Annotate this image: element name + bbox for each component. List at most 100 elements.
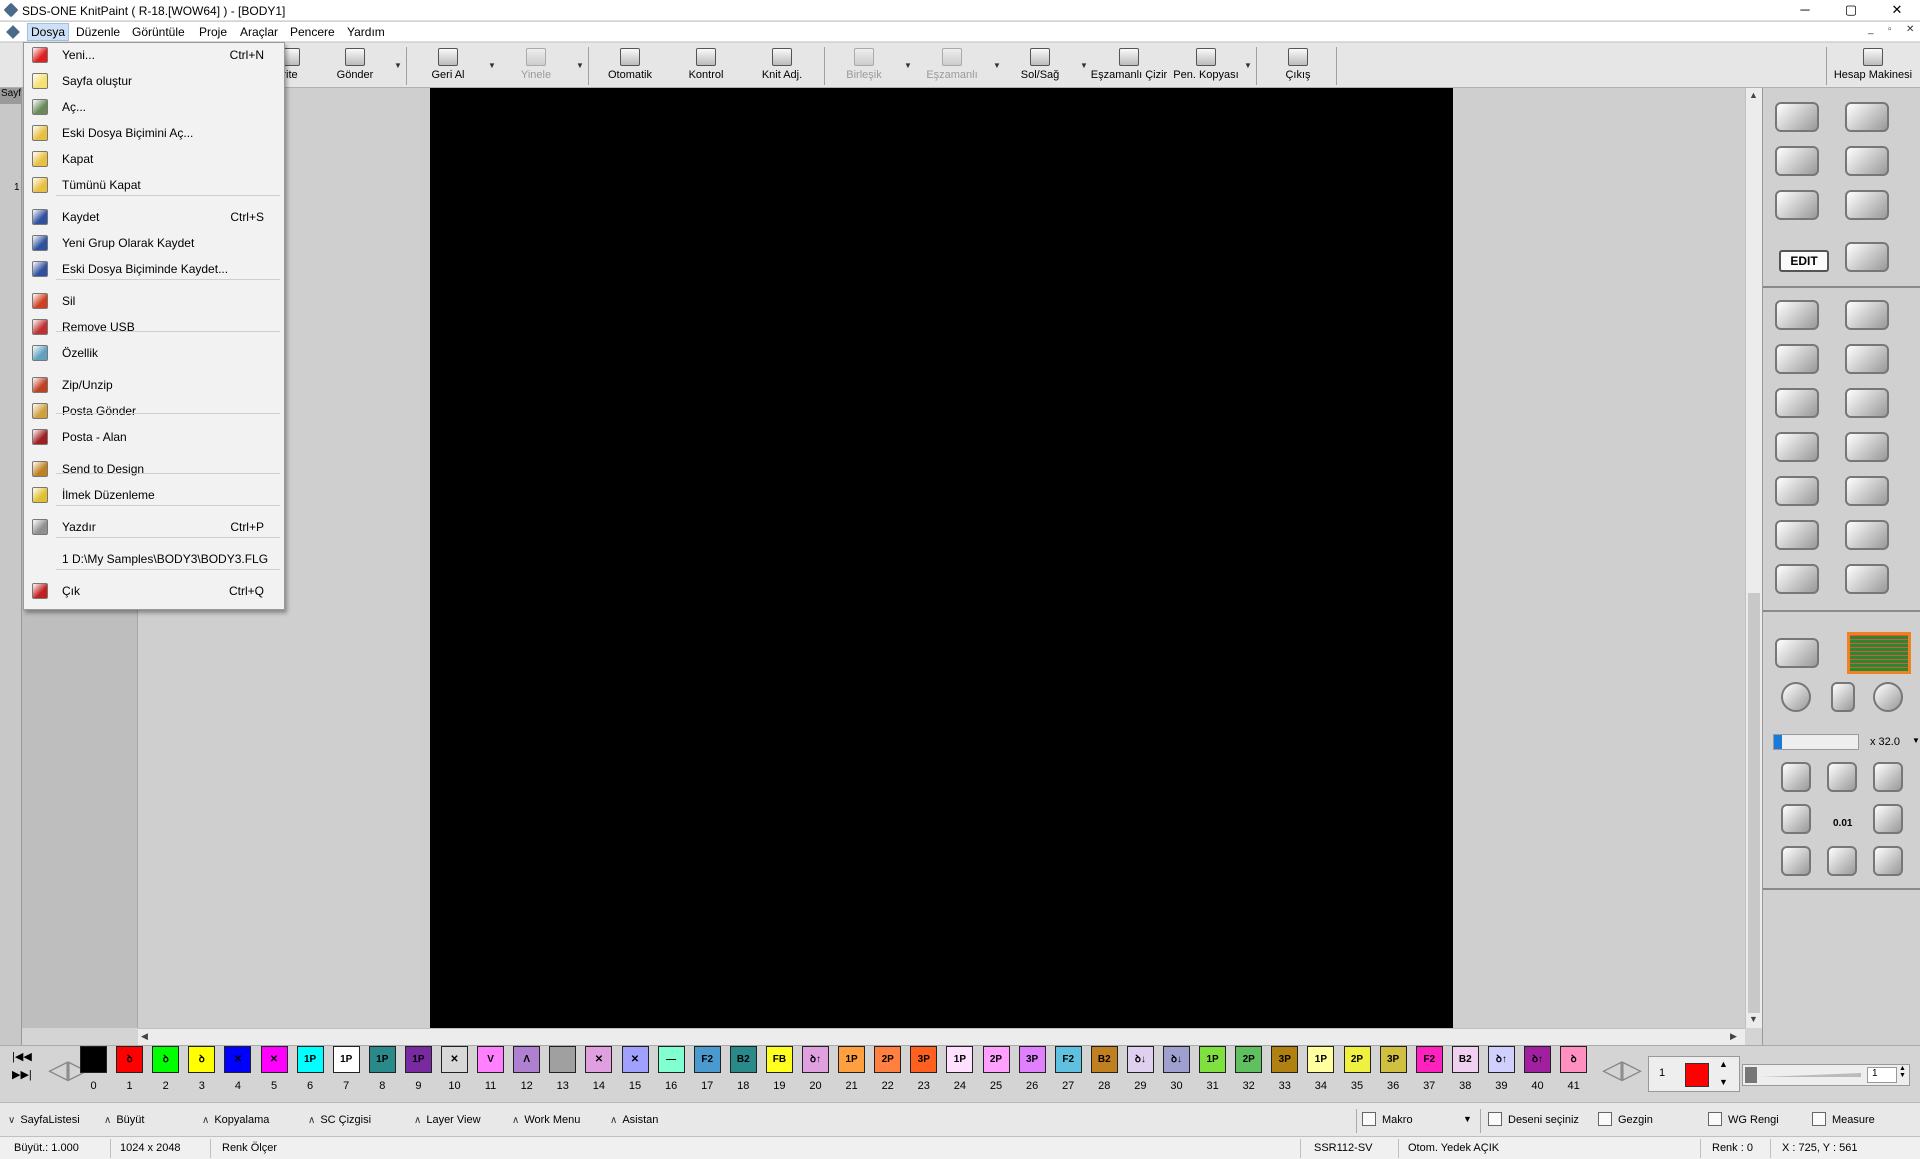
file-menu-item-4[interactable]: Kapat bbox=[25, 148, 284, 170]
palette-chip-37[interactable]: F2 bbox=[1415, 1046, 1443, 1073]
palette-chip-36[interactable]: 3P bbox=[1379, 1046, 1407, 1073]
palette-chip-28[interactable]: B2 bbox=[1090, 1046, 1118, 1073]
simultaneous-draw-button[interactable]: Eşzamanlı Çizir bbox=[1090, 45, 1168, 86]
menu-yardim[interactable]: Yardım bbox=[347, 25, 385, 39]
number-tool[interactable] bbox=[1837, 98, 1897, 136]
file-menu-item-17[interactable]: Yazdır Ctrl+P bbox=[25, 516, 284, 538]
transfer-tool[interactable] bbox=[1837, 186, 1897, 224]
easy-tool[interactable] bbox=[1837, 142, 1897, 180]
palette-chip-5[interactable]: ✕ bbox=[260, 1046, 288, 1073]
step-slider[interactable]: 1 ▲ ▼ bbox=[1742, 1064, 1910, 1086]
palette-chip-27[interactable]: F2 bbox=[1054, 1046, 1082, 1073]
menu-duzenle[interactable]: Düzenle bbox=[76, 25, 120, 39]
palette-chip-14[interactable]: ✕ bbox=[585, 1046, 613, 1073]
maximize-button[interactable]: ▢ bbox=[1828, 0, 1874, 21]
navigator-button[interactable]: Gezgin bbox=[1598, 1111, 1653, 1126]
fill-tool[interactable] bbox=[1837, 428, 1897, 466]
eraser-tool[interactable] bbox=[1837, 560, 1897, 598]
step-slider-handle[interactable] bbox=[1745, 1067, 1757, 1083]
palette-chip-0[interactable] bbox=[80, 1046, 107, 1073]
palette-chip-24[interactable]: 1P bbox=[946, 1046, 974, 1073]
file-menu-item-2[interactable]: Aç... bbox=[25, 96, 284, 118]
palette-chip-32[interactable]: 2P bbox=[1235, 1046, 1263, 1073]
file-menu-item-12[interactable]: Zip/Unzip bbox=[25, 374, 284, 396]
file-menu-item-8[interactable]: Eski Dosya Biçiminde Kaydet... bbox=[25, 258, 284, 280]
menu-goruntule[interactable]: Görüntüle bbox=[132, 25, 185, 39]
resize-tool[interactable] bbox=[1837, 340, 1897, 378]
frame-tool[interactable] bbox=[1767, 560, 1827, 598]
erase-x-tool[interactable] bbox=[1837, 238, 1897, 276]
pen-tool[interactable] bbox=[1767, 98, 1827, 136]
exit-button[interactable]: Çıkış bbox=[1270, 45, 1326, 86]
zoom-in-button[interactable] bbox=[1859, 678, 1919, 716]
step-slider-value[interactable]: 1 bbox=[1867, 1067, 1897, 1083]
palette-chip-23[interactable]: 3P bbox=[910, 1046, 938, 1073]
node-tool[interactable] bbox=[1767, 472, 1827, 510]
pak-tool[interactable] bbox=[1767, 186, 1827, 224]
knit-adj-button[interactable]: Knit Adj. bbox=[750, 45, 814, 86]
line-text-tool[interactable] bbox=[1767, 296, 1827, 334]
palette-chip-10[interactable]: ✕ bbox=[441, 1046, 468, 1073]
undo-button[interactable]: Geri Al bbox=[420, 45, 476, 86]
macro-dropdown-icon[interactable]: ▼ bbox=[1463, 1114, 1472, 1124]
wg-color-button[interactable]: WG Rengi bbox=[1708, 1111, 1779, 1126]
palette-chip-3[interactable]: ꝺ bbox=[188, 1046, 216, 1073]
palette-chip-39[interactable]: ꝺ↑ bbox=[1487, 1046, 1515, 1073]
palette-chip-1[interactable]: ꝺ bbox=[116, 1046, 144, 1073]
calculator-button[interactable]: Hesap Makinesi bbox=[1830, 45, 1916, 86]
command-3-button[interactable]: ∧ SC Çizgisi bbox=[308, 1114, 371, 1126]
palette-chip-17[interactable]: F2 bbox=[693, 1046, 721, 1073]
palette-chip-33[interactable]: 3P bbox=[1271, 1046, 1299, 1073]
move-right-button[interactable] bbox=[1859, 800, 1919, 838]
vertical-scroll-thumb[interactable] bbox=[1748, 593, 1760, 1013]
close-button[interactable]: ✕ bbox=[1874, 0, 1920, 21]
command-1-button[interactable]: ∧ Büyüt bbox=[104, 1114, 144, 1126]
mdi-restore-button[interactable]: ▫ bbox=[1888, 24, 1892, 35]
palette-last-icon[interactable]: ▶▶| bbox=[12, 1068, 32, 1081]
file-menu-item-14[interactable]: Posta - Alan bbox=[25, 426, 284, 448]
zoom-dropdown-icon[interactable]: ▼ bbox=[1912, 736, 1920, 745]
step-spin-icon[interactable]: ▲ ▼ bbox=[1899, 1065, 1906, 1079]
combined-button[interactable]: Birleşik bbox=[836, 45, 892, 86]
freehand-tool[interactable] bbox=[1837, 296, 1897, 334]
palette-chip-22[interactable]: 2P bbox=[874, 1046, 902, 1073]
redo-dropdown-icon[interactable]: ▼ bbox=[576, 61, 584, 70]
spray-tool[interactable] bbox=[1767, 384, 1827, 422]
move-up-right-button[interactable] bbox=[1859, 758, 1919, 796]
file-menu-item-1[interactable]: Sayfa oluştur bbox=[25, 70, 284, 92]
horizontal-scrollbar[interactable]: ◀ ▶ bbox=[138, 1028, 1745, 1045]
palette-chip-31[interactable]: 1P bbox=[1199, 1046, 1227, 1073]
file-menu-item-15[interactable]: Send to Design bbox=[25, 458, 284, 480]
scroll-left-icon[interactable]: ◀ bbox=[141, 1031, 148, 1042]
color-down-icon[interactable]: ▼ bbox=[1719, 1077, 1728, 1087]
palette-chip-7[interactable]: 1P bbox=[332, 1046, 360, 1073]
palette-chip-2[interactable]: ꝺ bbox=[152, 1046, 180, 1073]
window-copy-button[interactable]: Pen. Kopyası bbox=[1168, 45, 1244, 86]
move-block-tool[interactable] bbox=[1767, 428, 1827, 466]
palette-chip-41[interactable]: ꝺ bbox=[1560, 1046, 1588, 1073]
window-copy-dropdown-icon[interactable]: ▼ bbox=[1244, 61, 1252, 70]
page-list-tab[interactable]: Sayf bbox=[0, 88, 22, 104]
palette-chip-26[interactable]: 3P bbox=[1018, 1046, 1046, 1073]
grid-select-tool[interactable] bbox=[1837, 472, 1897, 510]
palette-chip-13[interactable] bbox=[549, 1046, 577, 1073]
stairs-tool[interactable] bbox=[1837, 384, 1897, 422]
pattern-tool[interactable] bbox=[1767, 142, 1827, 180]
palette-chip-20[interactable]: ꝺ↑ bbox=[802, 1046, 829, 1073]
pattern-select-button[interactable]: Deseni seçiniz bbox=[1488, 1111, 1579, 1126]
simultaneous-dropdown-icon[interactable]: ▼ bbox=[993, 61, 1001, 70]
palette-chip-34[interactable]: 1P bbox=[1307, 1046, 1335, 1073]
left-right-button[interactable]: Sol/Sağ bbox=[1012, 45, 1068, 86]
palette-chip-21[interactable]: 1P bbox=[838, 1046, 866, 1073]
redo-button[interactable]: Yinele bbox=[506, 45, 566, 86]
palette-chip-25[interactable]: 2P bbox=[982, 1046, 1010, 1073]
current-color-box[interactable]: 1 ▲ ▼ bbox=[1648, 1056, 1740, 1092]
palette-chip-38[interactable]: B2 bbox=[1451, 1046, 1479, 1073]
macro-button[interactable]: Makro bbox=[1362, 1111, 1413, 1126]
color-up-icon[interactable]: ▲ bbox=[1719, 1059, 1728, 1069]
menu-pencere[interactable]: Pencere bbox=[290, 25, 335, 39]
file-menu-item-6[interactable]: Kaydet Ctrl+S bbox=[25, 206, 284, 228]
auto-button[interactable]: Otomatik bbox=[600, 45, 660, 86]
file-menu-item-9[interactable]: Sil bbox=[25, 290, 284, 312]
palette-chip-30[interactable]: ꝺ↓ bbox=[1163, 1046, 1190, 1073]
